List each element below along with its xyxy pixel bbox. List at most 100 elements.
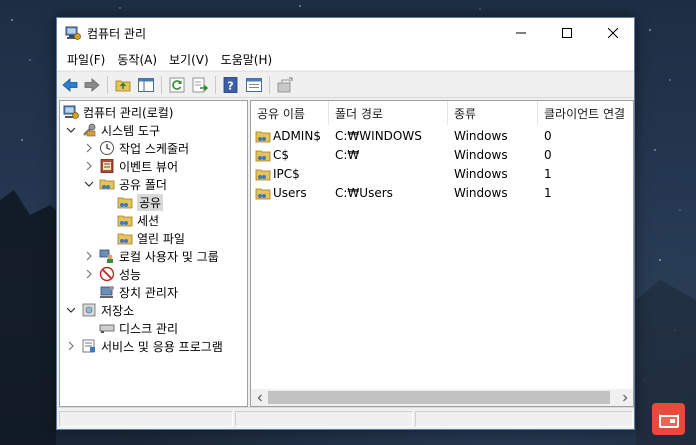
close-button[interactable] <box>590 18 636 48</box>
tree-item-shares[interactable]: 공유 <box>117 193 164 211</box>
show-hide-tree-icon[interactable] <box>137 76 155 94</box>
sessions-icon <box>117 215 133 227</box>
shared-folder-icon <box>255 131 271 142</box>
export-list-icon[interactable] <box>191 76 209 94</box>
tree-item-system-tools[interactable]: 시스템 도구 <box>65 121 160 139</box>
minimize-icon <box>516 32 526 34</box>
share-type: Windows <box>454 166 508 181</box>
share-name: IPC$ <box>273 166 300 181</box>
client-connections: 1 <box>544 185 552 200</box>
column-label: 종류 <box>454 106 477 121</box>
minimize-button[interactable] <box>498 18 544 48</box>
share-type: Windows <box>454 147 508 162</box>
table-row[interactable]: Users C:₩Users Windows 1 <box>251 183 633 202</box>
tree-label: 작업 스케줄러 <box>119 141 190 156</box>
tree-label: 로컬 사용자 및 그룹 <box>119 249 219 264</box>
shared-folder-icon <box>255 188 271 199</box>
share-name: Users <box>273 185 307 200</box>
disk-icon <box>99 324 115 333</box>
tree-label: 세션 <box>137 213 160 228</box>
chevron-right-icon[interactable] <box>65 340 77 352</box>
folder-path: C:₩ <box>335 147 360 162</box>
share-type: Windows <box>454 185 508 200</box>
table-row[interactable]: IPC$ Windows 1 <box>251 164 633 183</box>
folder-path: C:₩Users <box>335 185 393 200</box>
action-icon[interactable] <box>276 76 294 94</box>
tree-item-task-scheduler[interactable]: 작업 스케줄러 <box>83 139 189 157</box>
refresh-icon[interactable] <box>168 76 186 94</box>
client-connections: 1 <box>544 166 552 181</box>
maximize-button[interactable] <box>544 18 590 48</box>
share-icon <box>117 197 133 209</box>
computer-management-icon <box>65 26 81 40</box>
menu-file[interactable]: 파일(F) <box>61 51 111 68</box>
device-manager-icon <box>100 286 114 298</box>
table-row[interactable]: C$ C:₩ Windows 0 <box>251 145 633 164</box>
back-icon[interactable] <box>61 76 79 94</box>
tree-item-sessions[interactable]: 세션 <box>117 211 159 229</box>
tree-label: 서비스 및 응용 프로그램 <box>101 339 223 354</box>
window-app-icon <box>658 410 679 428</box>
chevron-right-icon[interactable] <box>83 250 95 262</box>
column-header-client-connections[interactable]: 클라이언트 연결 <box>538 101 633 125</box>
close-icon <box>608 28 618 38</box>
tree-item-performance[interactable]: 성능 <box>83 265 141 283</box>
window-title: 컴퓨터 관리 <box>87 27 147 41</box>
chevron-down-icon[interactable] <box>83 178 95 190</box>
status-segment <box>415 411 633 427</box>
menu-help[interactable]: 도움말(H) <box>215 51 279 68</box>
users-icon <box>99 249 113 263</box>
cell-share-name: Users <box>255 183 307 202</box>
shared-folder-icon <box>255 150 271 161</box>
tree-item-device-manager[interactable]: 장치 관리자 <box>99 283 178 301</box>
tree-item-local-users[interactable]: 로컬 사용자 및 그룹 <box>83 247 219 265</box>
share-name: ADMIN$ <box>273 128 321 143</box>
event-viewer-icon <box>100 159 114 173</box>
chevron-down-icon[interactable] <box>65 304 77 316</box>
tree-item-event-viewer[interactable]: 이벤트 뷰어 <box>83 157 178 175</box>
tree-label: 공유 폴더 <box>119 177 167 192</box>
computer-management-icon <box>63 105 79 119</box>
tree-label: 열린 파일 <box>137 231 185 246</box>
tree-item-services-apps[interactable]: 서비스 및 응용 프로그램 <box>65 337 223 355</box>
system-tools-icon <box>83 123 96 137</box>
client-connections: 0 <box>544 128 552 143</box>
column-header-folder-path[interactable]: 폴더 경로 <box>329 101 448 125</box>
chevron-right-icon <box>622 394 627 401</box>
tree-label: 공유 <box>137 193 164 211</box>
tree-item-computer-management[interactable]: 컴퓨터 관리(로컬) <box>63 103 173 121</box>
horizontal-scrollbar[interactable] <box>251 389 633 406</box>
chevron-right-icon[interactable] <box>83 160 95 172</box>
help-icon[interactable]: ? <box>222 76 240 94</box>
toolbar-separator <box>215 76 216 94</box>
column-header-type[interactable]: 종류 <box>448 101 538 125</box>
toolbar-separator <box>161 76 162 94</box>
scroll-right-button[interactable] <box>616 389 633 406</box>
chevron-right-icon[interactable] <box>83 268 95 280</box>
properties-icon[interactable] <box>245 76 263 94</box>
menu-view[interactable]: 보기(V) <box>163 51 215 68</box>
column-header-share-name[interactable]: 공유 이름 <box>251 101 329 125</box>
tree-item-storage[interactable]: 저장소 <box>65 301 134 319</box>
share-type: Windows <box>454 128 508 143</box>
tree-item-open-files[interactable]: 열린 파일 <box>117 229 185 247</box>
scrollbar-thumb[interactable] <box>268 391 610 404</box>
cell-share-name: IPC$ <box>255 164 300 183</box>
shares-list: 공유 이름 폴더 경로 종류 클라이언트 연결 ADMIN$ C:₩WINDOW… <box>250 100 634 407</box>
tray-app-icon[interactable] <box>652 403 685 435</box>
share-name: C$ <box>273 147 290 162</box>
shared-folder-icon <box>99 179 115 190</box>
scroll-left-button[interactable] <box>251 389 268 406</box>
title-bar[interactable]: 컴퓨터 관리 <box>57 18 634 48</box>
open-files-icon <box>117 233 133 245</box>
chevron-down-icon[interactable] <box>65 124 77 136</box>
status-segment <box>235 411 413 427</box>
menu-action[interactable]: 동작(A) <box>111 51 163 68</box>
chevron-right-icon[interactable] <box>83 142 95 154</box>
tree-item-disk-management[interactable]: 디스크 관리 <box>99 319 178 337</box>
status-segment <box>59 411 233 427</box>
up-folder-icon[interactable] <box>114 76 132 94</box>
table-row[interactable]: ADMIN$ C:₩WINDOWS Windows 0 <box>251 126 633 145</box>
tree-item-shared-folders[interactable]: 공유 폴더 <box>83 175 167 193</box>
forward-icon[interactable] <box>83 76 101 94</box>
